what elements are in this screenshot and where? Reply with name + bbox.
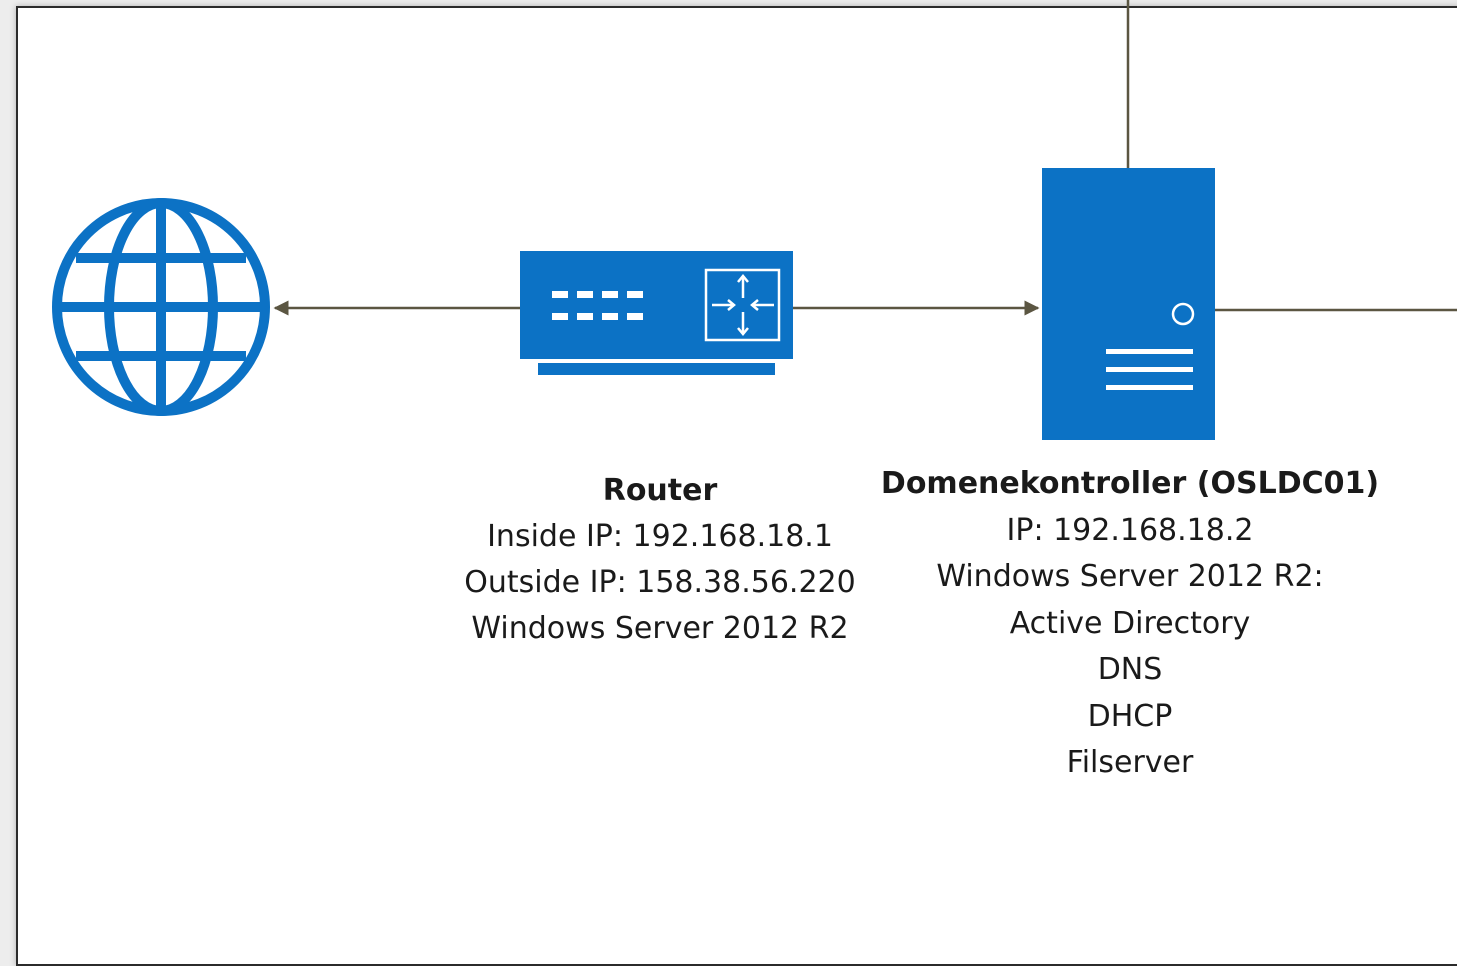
- router-os: Windows Server 2012 R2: [471, 611, 849, 646]
- globe-icon: [52, 198, 270, 416]
- router-outside-ip: Outside IP: 158.38.56.220: [464, 565, 856, 600]
- router-icon: [520, 251, 793, 375]
- dc-ip: IP: 192.168.18.2: [1006, 512, 1254, 548]
- dc-os: Windows Server 2012 R2:: [936, 559, 1324, 594]
- dc-title: Domenekontroller (OSLDC01): [880, 466, 1380, 501]
- router-inside-ip: Inside IP: 192.168.18.1: [487, 519, 833, 554]
- dc-role-dhcp: DHCP: [1087, 698, 1173, 734]
- dc-role-ad: Active Directory: [1009, 605, 1251, 641]
- dc-role-dns: DNS: [1097, 652, 1163, 687]
- router-label: Router Inside IP: 192.168.18.1 Outside I…: [440, 468, 880, 652]
- dc-role-fileserver: Filserver: [1066, 745, 1194, 780]
- domain-controller-label: Domenekontroller (OSLDC01) IP: 192.168.1…: [870, 461, 1390, 787]
- router-title: Router: [602, 473, 718, 508]
- server-tower-icon: [1042, 168, 1215, 440]
